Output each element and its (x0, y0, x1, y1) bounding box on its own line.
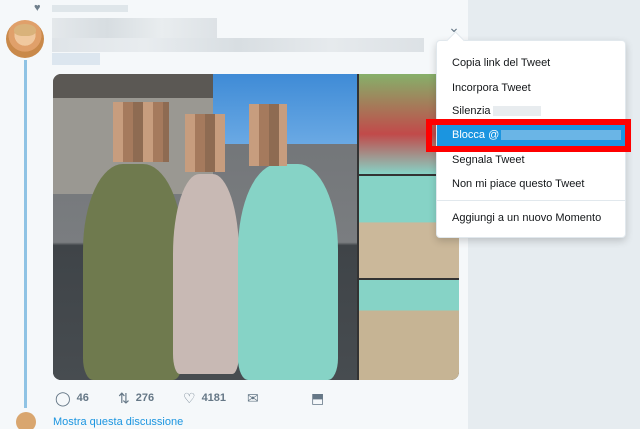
highlight-box (426, 119, 631, 152)
reply-button[interactable]: ◯ 46 (55, 390, 89, 406)
like-button[interactable]: ♡ 4181 (183, 390, 226, 406)
blurred-username (492, 106, 541, 117)
avatar[interactable] (6, 20, 44, 58)
social-context-blurred (52, 5, 128, 12)
avatar[interactable] (16, 412, 36, 429)
photo-main[interactable] (53, 74, 357, 380)
pixelated-face (185, 114, 225, 172)
photo-person-right (238, 164, 338, 380)
save-button[interactable]: ⬒ (311, 390, 324, 406)
author-name-blurred[interactable] (52, 18, 217, 38)
tweet-actions: ◯ 46 ⇅ 276 ♡ 4181 ✉ ⬒ (53, 390, 353, 406)
envelope-icon: ✉ (247, 390, 259, 406)
thread-line (24, 60, 27, 408)
menu-item-mute[interactable]: Silenzia (437, 101, 625, 121)
heart-icon: ♥ (34, 2, 41, 14)
menu-item-report[interactable]: Segnala Tweet (437, 150, 625, 170)
menu-item-copy-link[interactable]: Copia link del Tweet (437, 53, 625, 73)
pixelated-face (113, 102, 169, 162)
timeline-feed: ♥ ⌄ ◯ 46 ⇅ 276 ♡ 4181 ✉ ⬒ Mostra questa dis… (0, 0, 468, 429)
menu-item-add-moment[interactable]: Aggiungi a un nuovo Momento (437, 208, 625, 228)
tweet-media[interactable] (53, 74, 459, 380)
bookmark-icon: ⬒ (311, 390, 325, 406)
tweet-text-blurred (52, 38, 424, 52)
retweet-icon: ⇅ (118, 390, 130, 406)
show-thread-link[interactable]: Mostra questa discussione (53, 416, 183, 428)
menu-item-dislike[interactable]: Non mi piace questo Tweet (437, 174, 625, 194)
photo-thumb-3[interactable] (359, 280, 459, 380)
photo-person-middle (173, 174, 239, 374)
direct-message-button[interactable]: ✉ (247, 390, 259, 406)
reply-icon: ◯ (55, 390, 71, 406)
pixelated-face (249, 104, 287, 166)
menu-divider (437, 200, 625, 201)
menu-item-embed[interactable]: Incorpora Tweet (437, 78, 625, 98)
tweet-link-blurred[interactable] (52, 53, 100, 65)
photo-person-left (83, 164, 183, 380)
like-icon: ♡ (183, 390, 196, 406)
retweet-button[interactable]: ⇅ 276 (118, 390, 154, 406)
